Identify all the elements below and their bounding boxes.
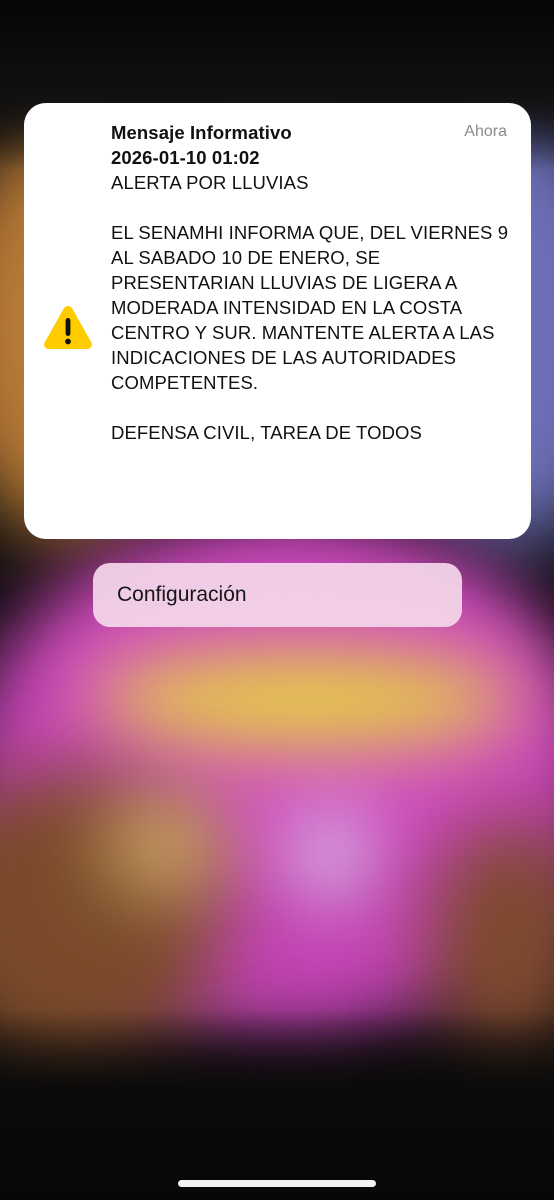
settings-button[interactable]: Configuración [93,563,462,627]
lock-screen: Ahora Mensaje Informativo 2026-01-10 01:… [0,0,554,1200]
warning-icon [43,304,93,350]
alert-body: EL SENAMHI INFORMA QUE, DEL VIERNES 9 AL… [111,222,509,393]
alert-subject: ALERTA POR LLUVIAS [111,172,309,193]
alert-datetime: 2026-01-10 01:02 [111,147,260,168]
alert-footer: DEFENSA CIVIL, TAREA DE TODOS [111,422,422,443]
emergency-alert-notification[interactable]: Ahora Mensaje Informativo 2026-01-10 01:… [24,103,531,539]
alert-content: Mensaje Informativo 2026-01-10 01:02 ALE… [111,120,516,445]
home-indicator[interactable] [178,1180,376,1187]
alert-title: Mensaje Informativo [111,122,292,143]
